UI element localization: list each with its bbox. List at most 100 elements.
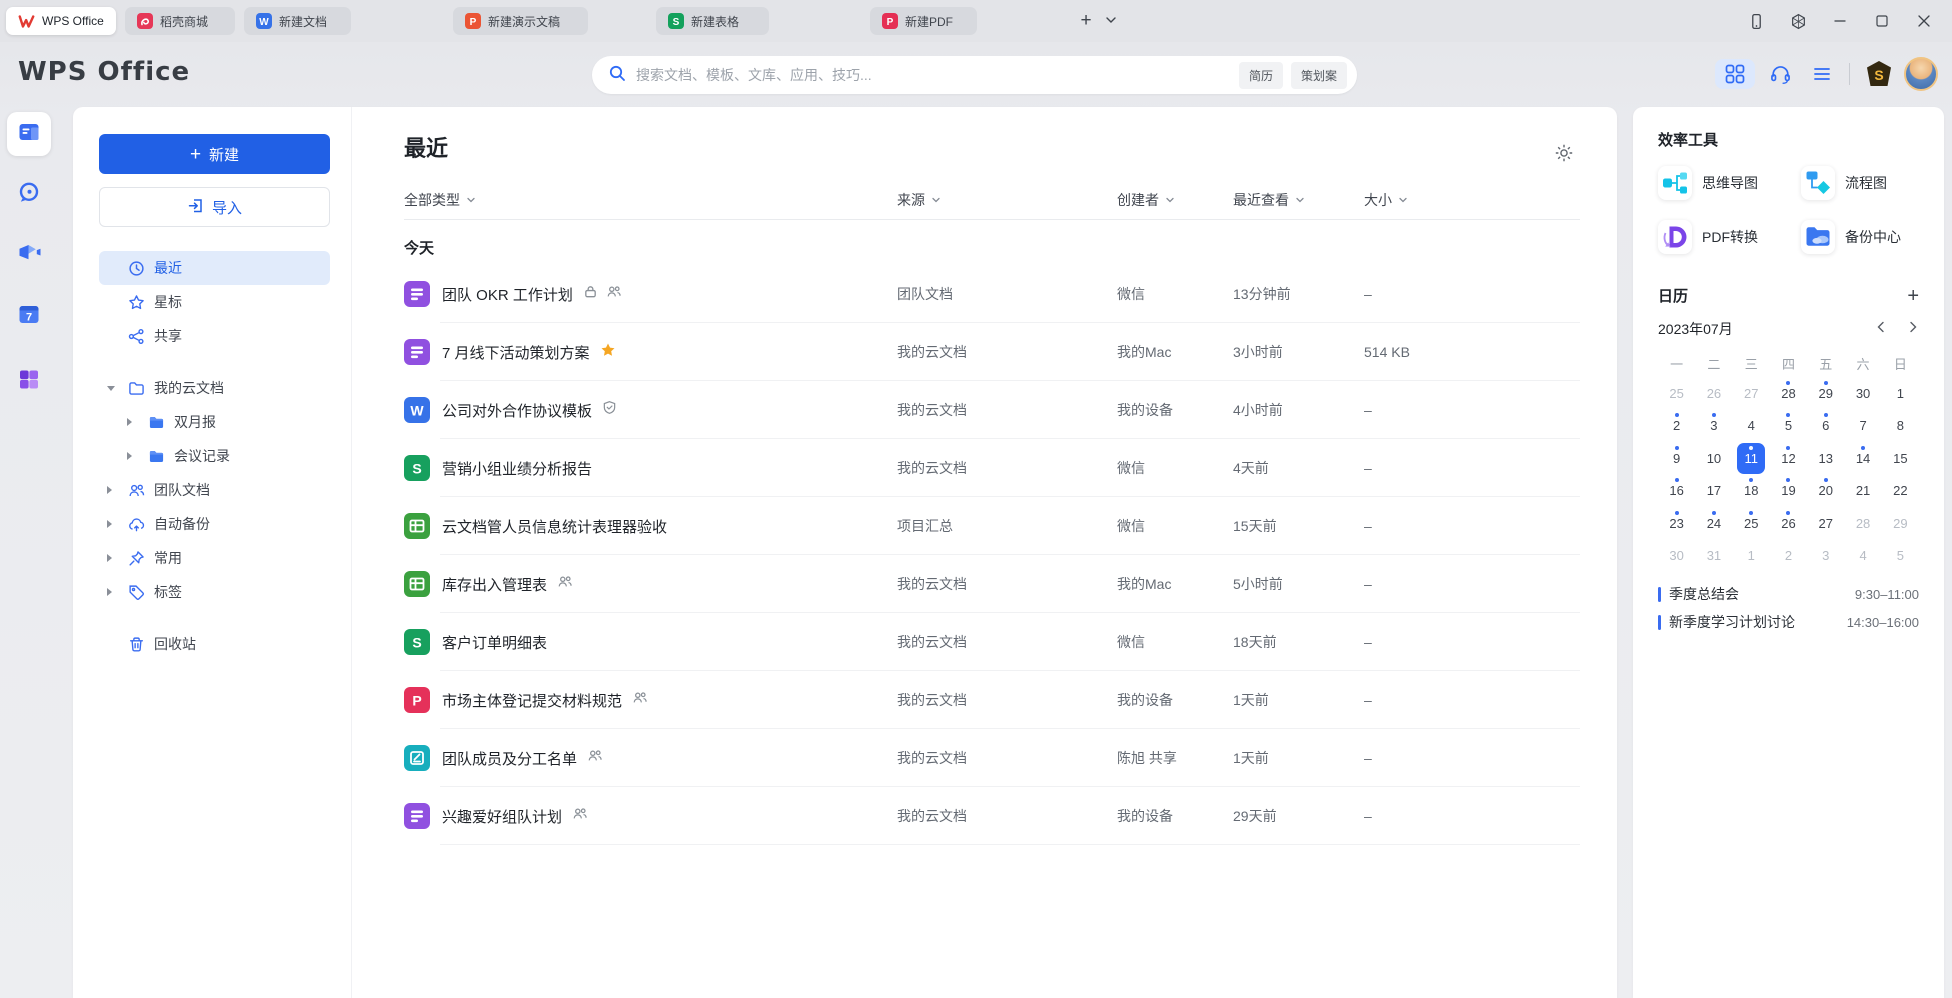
calendar-day[interactable]: 14	[1849, 443, 1877, 474]
sidebar-item-自动备份[interactable]: 自动备份	[99, 507, 330, 541]
caret-right-icon[interactable]	[107, 554, 127, 562]
calendar-day[interactable]: 1	[1886, 378, 1914, 409]
caret-right-icon[interactable]	[107, 588, 127, 596]
caret-right-icon[interactable]	[107, 520, 127, 528]
file-row[interactable]: 库存出入管理表我的云文档我的Mac5小时前–	[404, 555, 1580, 613]
caret-right-icon[interactable]	[127, 452, 147, 460]
calendar-day[interactable]: 27	[1812, 508, 1840, 539]
window-tab-1[interactable]: WPS Office	[6, 7, 116, 35]
apps-grid-icon[interactable]	[1715, 59, 1755, 89]
calendar-day[interactable]: 13	[1812, 443, 1840, 474]
close-icon[interactable]	[1914, 11, 1934, 31]
sidebar-item-标签[interactable]: 标签	[99, 575, 330, 609]
calendar-day[interactable]: 22	[1886, 475, 1914, 506]
caret-right-icon[interactable]	[107, 486, 127, 494]
calendar-day[interactable]: 26	[1774, 508, 1802, 539]
app-rail-chat[interactable]	[16, 180, 42, 211]
filter-dropdown-全部类型[interactable]: 全部类型	[404, 188, 476, 212]
calendar-day[interactable]: 5	[1886, 540, 1914, 571]
calendar-day[interactable]: 4	[1737, 410, 1765, 441]
calendar-day[interactable]: 7	[1849, 410, 1877, 441]
calendar-day[interactable]: 4	[1849, 540, 1877, 571]
window-tab-5[interactable]: S新建表格	[656, 7, 769, 35]
menu-icon[interactable]	[1811, 63, 1833, 85]
caret-right-icon[interactable]	[127, 418, 147, 426]
window-tab-6[interactable]: P新建PDF	[870, 7, 977, 35]
calendar-day[interactable]: 28	[1774, 378, 1802, 409]
filter-dropdown-最近查看[interactable]: 最近查看	[1233, 188, 1305, 212]
calendar-day[interactable]: 28	[1849, 508, 1877, 539]
file-row[interactable]: P市场主体登记提交材料规范我的云文档我的设备1天前–	[404, 671, 1580, 729]
calendar-day[interactable]: 19	[1774, 475, 1802, 506]
calendar-day[interactable]: 24	[1700, 508, 1728, 539]
import-button[interactable]: 导入	[99, 187, 330, 227]
tool-流程图[interactable]: 流程图	[1801, 166, 1919, 200]
filter-dropdown-来源[interactable]: 来源	[897, 188, 941, 212]
calendar-day[interactable]: 9	[1663, 443, 1691, 474]
add-event-button[interactable]: +	[1907, 286, 1919, 306]
support-headset-icon[interactable]	[1769, 63, 1792, 86]
file-row[interactable]: S营销小组业绩分析报告我的云文档微信4天前–	[404, 439, 1580, 497]
sidebar-item-最近[interactable]: 最近	[99, 251, 330, 285]
calendar-day[interactable]: 17	[1700, 475, 1728, 506]
calendar-day[interactable]: 21	[1849, 475, 1877, 506]
calendar-day[interactable]: 31	[1700, 540, 1728, 571]
file-row[interactable]: S客户订单明细表我的云文档微信18天前–	[404, 613, 1580, 671]
calendar-event[interactable]: 新季度学习计划讨论14:30–16:00	[1658, 608, 1919, 636]
app-rail-docs[interactable]	[7, 112, 51, 156]
calendar-day[interactable]: 20	[1812, 475, 1840, 506]
window-tab-2[interactable]: 稻壳商城	[125, 7, 235, 35]
app-rail-calendar[interactable]: 7	[16, 302, 42, 333]
file-row[interactable]: 7 月线下活动策划方案我的云文档我的Mac3小时前514 KB	[404, 323, 1580, 381]
calendar-event[interactable]: 季度总结会9:30–11:00	[1658, 580, 1919, 608]
tool-PDF转换[interactable]: PDF转换	[1658, 220, 1801, 254]
search-tag[interactable]: 策划案	[1291, 62, 1347, 89]
calendar-day[interactable]: 10	[1700, 443, 1728, 474]
file-row[interactable]: 团队成员及分工名单我的云文档陈旭 共享1天前–	[404, 729, 1580, 787]
tool-备份中心[interactable]: 备份中心	[1801, 220, 1919, 254]
search-tag[interactable]: 简历	[1239, 62, 1283, 89]
calendar-day[interactable]: 23	[1663, 508, 1691, 539]
tool-思维导图[interactable]: 思维导图	[1658, 166, 1801, 200]
sidebar-item-我的云文档[interactable]: 我的云文档	[99, 371, 330, 405]
calendar-day[interactable]: 3	[1700, 410, 1728, 441]
calendar-day[interactable]: 1	[1737, 540, 1765, 571]
calendar-day[interactable]: 30	[1663, 540, 1691, 571]
calendar-day-selected[interactable]: 11	[1737, 443, 1765, 474]
calendar-prev-icon[interactable]	[1875, 320, 1887, 339]
calendar-day[interactable]: 5	[1774, 410, 1802, 441]
sidebar-item-会议记录[interactable]: 会议记录	[99, 439, 330, 473]
sidebar-item-双月报[interactable]: 双月报	[99, 405, 330, 439]
calendar-day[interactable]: 29	[1812, 378, 1840, 409]
sidebar-item-星标[interactable]: 星标	[99, 285, 330, 319]
appearance-icon[interactable]	[1788, 11, 1808, 31]
new-tab-button[interactable]: +	[1074, 9, 1098, 33]
sidebar-item-回收站[interactable]: 回收站	[99, 627, 330, 661]
calendar-day[interactable]: 25	[1737, 508, 1765, 539]
sidebar-item-常用[interactable]: 常用	[99, 541, 330, 575]
calendar-next-icon[interactable]	[1907, 320, 1919, 339]
caret-down-icon[interactable]	[107, 386, 127, 391]
file-row[interactable]: 兴趣爱好组队计划我的云文档我的设备29天前–	[404, 787, 1580, 845]
calendar-day[interactable]: 26	[1700, 378, 1728, 409]
file-row[interactable]: 团队 OKR 工作计划团队文档微信13分钟前–	[404, 265, 1580, 323]
sidebar-item-团队文档[interactable]: 团队文档	[99, 473, 330, 507]
calendar-day[interactable]: 25	[1663, 378, 1691, 409]
calendar-day[interactable]: 18	[1737, 475, 1765, 506]
search-input[interactable]	[636, 67, 1239, 83]
app-rail-apps[interactable]	[16, 367, 42, 398]
calendar-day[interactable]: 6	[1812, 410, 1840, 441]
calendar-day[interactable]: 16	[1663, 475, 1691, 506]
file-row[interactable]: W公司对外合作协议模板我的云文档我的设备4小时前–	[404, 381, 1580, 439]
tab-list-chevron-icon[interactable]	[1104, 13, 1118, 32]
calendar-day[interactable]: 15	[1886, 443, 1914, 474]
filter-dropdown-大小[interactable]: 大小	[1364, 188, 1408, 212]
sidebar-item-共享[interactable]: 共享	[99, 319, 330, 353]
window-tab-3[interactable]: W新建文档	[244, 7, 351, 35]
calendar-day[interactable]: 2	[1774, 540, 1802, 571]
app-rail-video[interactable]	[16, 241, 42, 272]
calendar-day[interactable]: 27	[1737, 378, 1765, 409]
search-bar[interactable]: 简历策划案	[592, 56, 1357, 94]
calendar-day[interactable]: 30	[1849, 378, 1877, 409]
calendar-day[interactable]: 12	[1774, 443, 1802, 474]
